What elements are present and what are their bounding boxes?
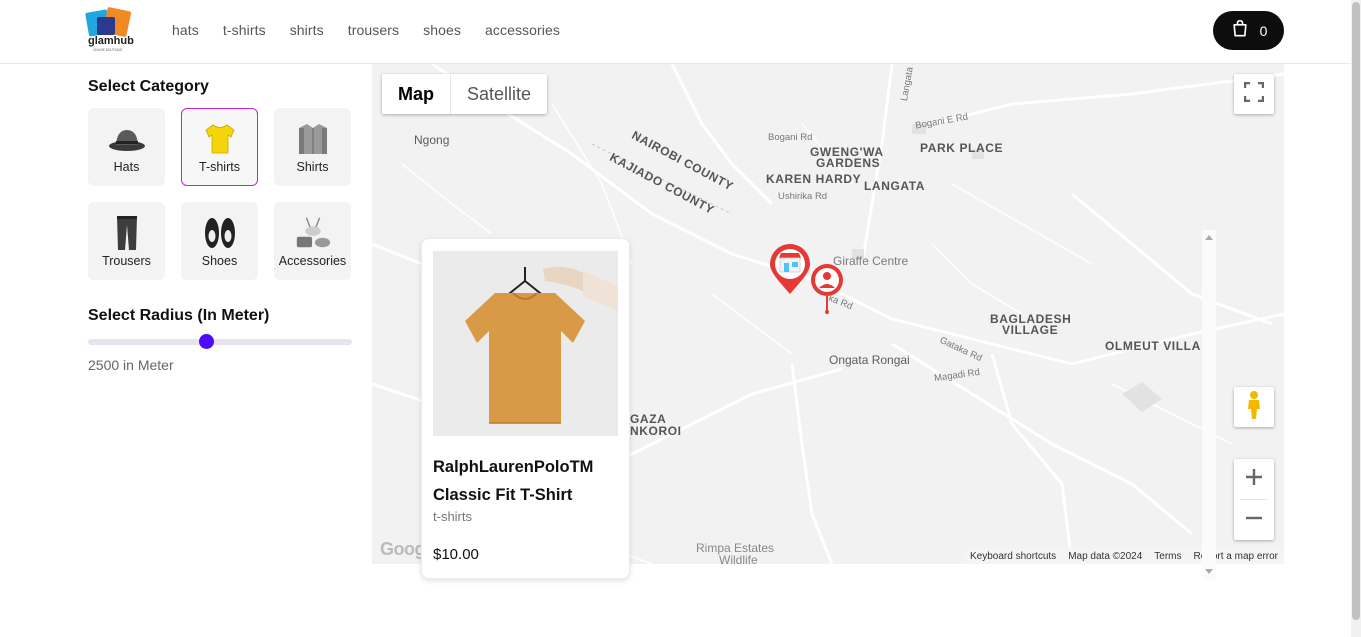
cart-button[interactable]: 0 <box>1213 11 1284 50</box>
map-data-text: Map data ©2024 <box>1068 550 1143 562</box>
zoom-out-button[interactable] <box>1234 500 1274 540</box>
brand-logo[interactable]: glamhub ONLINE BOUTIQUE <box>83 7 137 53</box>
site-header: glamhub ONLINE BOUTIQUE hats t-shirts sh… <box>0 0 1351 64</box>
hat-icon <box>107 122 147 156</box>
place-label: KAREN HARDY <box>766 172 862 186</box>
shop-map-marker[interactable] <box>768 244 812 296</box>
minus-icon <box>1245 509 1263 532</box>
infowindow-scrollbar[interactable] <box>1202 230 1216 580</box>
nav-link-tshirts[interactable]: t-shirts <box>223 22 266 38</box>
place-label: Ongata Rongai <box>829 353 910 367</box>
plus-icon <box>1245 468 1263 491</box>
category-hats[interactable]: Hats <box>88 108 165 186</box>
trousers-icon <box>107 216 147 250</box>
category-section-title: Select Category <box>88 78 209 95</box>
category-shirts[interactable]: Shirts <box>274 108 351 186</box>
nav-link-trousers[interactable]: trousers <box>348 22 399 38</box>
nav-link-shoes[interactable]: shoes <box>423 22 461 38</box>
shoes-icon <box>200 216 240 250</box>
svg-text:glamhub: glamhub <box>88 35 134 47</box>
keyboard-shortcuts-link[interactable]: Keyboard shortcuts <box>970 551 1056 562</box>
map-type-map-button[interactable]: Map <box>382 74 451 114</box>
street-view-pegman[interactable] <box>1234 387 1274 427</box>
pegman-icon <box>1245 390 1263 425</box>
place-label: NKOROI <box>630 424 682 438</box>
place-label: PARK PLACE <box>920 141 1004 155</box>
product-price: $10.00 <box>433 546 479 563</box>
person-marker-icon <box>809 264 845 318</box>
tshirt-icon <box>200 122 240 156</box>
radius-slider-handle[interactable] <box>199 334 214 349</box>
nav-link-hats[interactable]: hats <box>172 22 199 38</box>
category-trousers[interactable]: Trousers <box>88 202 165 280</box>
page-scrollbar[interactable] <box>1351 0 1361 637</box>
zoom-controls <box>1234 459 1274 540</box>
place-label: LANGATA <box>864 179 926 193</box>
road-label: Ushirika Rd <box>778 191 828 202</box>
main-nav: hats t-shirts shirts trousers shoes acce… <box>172 22 560 38</box>
shirt-icon <box>293 122 333 156</box>
category-tshirts[interactable]: T-shirts <box>181 108 258 186</box>
shopping-bag-icon <box>1230 19 1250 42</box>
svg-text:ONLINE BOUTIQUE: ONLINE BOUTIQUE <box>93 48 122 52</box>
product-info-card[interactable]: RalphLaurenPoloTM Classic Fit T-Shirt t-… <box>421 238 630 579</box>
radius-value-text: 2500 in Meter <box>88 357 174 373</box>
terms-link[interactable]: Terms <box>1154 551 1181 562</box>
category-shoes[interactable]: Shoes <box>181 202 258 280</box>
map-footer: Keyboard shortcuts Map data ©2024 Terms … <box>964 548 1284 564</box>
place-label: OLMEUT VILLA <box>1105 339 1201 353</box>
product-image <box>433 251 618 436</box>
radius-slider[interactable] <box>88 334 352 349</box>
user-location-marker[interactable] <box>809 262 845 314</box>
place-label: Wildlife <box>719 553 758 564</box>
nav-link-accessories[interactable]: accessories <box>485 22 560 38</box>
zoom-in-button[interactable] <box>1234 459 1274 499</box>
fullscreen-icon <box>1243 81 1265 107</box>
product-name[interactable]: RalphLaurenPoloTM Classic Fit T-Shirt <box>433 453 623 509</box>
accessories-icon <box>293 216 333 250</box>
place-label: VILLAGE <box>1002 323 1059 337</box>
road-label: Bogani Rd <box>768 132 813 143</box>
store-marker-icon <box>768 244 812 300</box>
product-category: t-shirts <box>433 509 472 524</box>
cart-count: 0 <box>1259 22 1268 39</box>
category-grid: Hats T-shirts Shirts Trousers Shoes Acce… <box>88 108 353 280</box>
fullscreen-button[interactable] <box>1234 74 1274 114</box>
map-type-toggle: Map Satellite <box>382 74 548 114</box>
map-type-satellite-button[interactable]: Satellite <box>451 74 547 114</box>
place-label: GARDENS <box>816 156 881 170</box>
nav-link-shirts[interactable]: shirts <box>290 22 324 38</box>
category-accessories[interactable]: Accessories <box>274 202 351 280</box>
place-label: Ngong <box>414 133 450 147</box>
radius-section-title: Select Radius (In Meter) <box>88 307 270 324</box>
